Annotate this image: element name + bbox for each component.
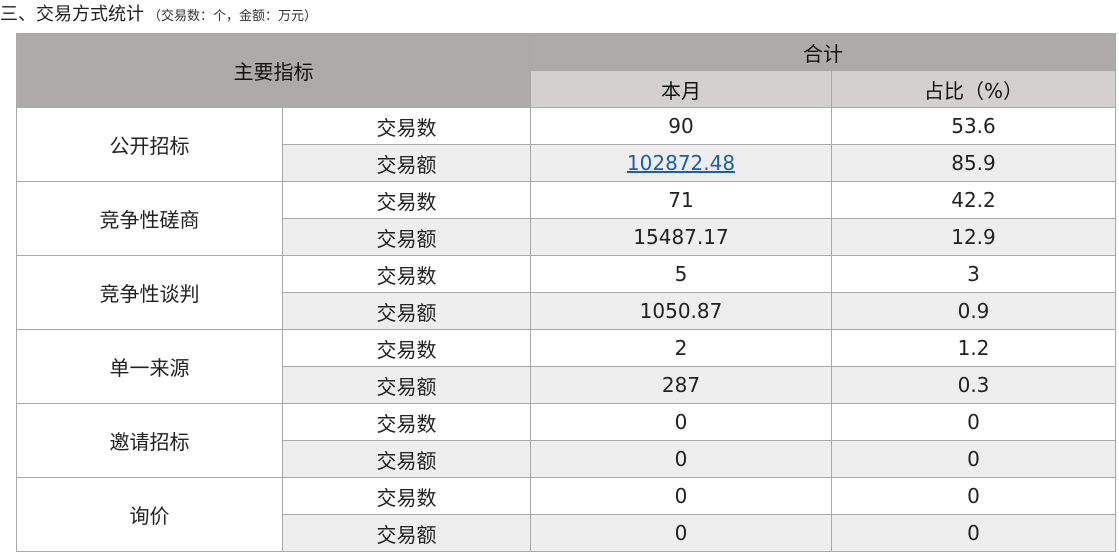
month-value: 0 xyxy=(530,403,832,441)
month-value: 1050.87 xyxy=(530,292,832,330)
month-value: 90 xyxy=(530,107,832,145)
ratio-value: 1.2 xyxy=(831,329,1116,367)
metric-label: 交易数 xyxy=(282,477,531,515)
ratio-value: 0 xyxy=(831,440,1116,478)
metric-label: 交易数 xyxy=(282,403,531,441)
metric-label: 交易额 xyxy=(282,514,531,552)
month-value: 0 xyxy=(530,477,832,515)
month-value: 2 xyxy=(530,329,832,367)
month-value: 15487.17 xyxy=(530,218,832,256)
ratio-value: 0.3 xyxy=(831,366,1116,404)
table-row: 单一来源 交易数 2 1.2 xyxy=(16,329,1116,404)
method-cell: 公开招标 xyxy=(16,107,283,182)
ratio-value: 0 xyxy=(831,477,1116,515)
metric-label: 交易额 xyxy=(282,144,531,182)
month-value: 287 xyxy=(530,366,832,404)
ratio-value: 0 xyxy=(831,403,1116,441)
ratio-value: 42.2 xyxy=(831,181,1116,219)
metric-label: 交易额 xyxy=(282,292,531,330)
metric-label: 交易额 xyxy=(282,366,531,404)
ratio-value: 0.9 xyxy=(831,292,1116,330)
transaction-method-table: 主要指标 合计 本月 占比（%） 公开招标 交易数 90 53.6 交易额 10… xyxy=(16,33,1116,552)
table-row: 公开招标 交易数 90 53.6 xyxy=(16,107,1116,182)
section-unit-note: （交易数：个，金额：万元） xyxy=(148,9,318,24)
month-value: 5 xyxy=(530,255,832,293)
table-row: 邀请招标 交易数 0 0 xyxy=(16,403,1116,478)
method-cell: 竞争性磋商 xyxy=(16,181,283,256)
method-cell: 竞争性谈判 xyxy=(16,255,283,330)
ratio-value: 0 xyxy=(831,514,1116,552)
ratio-value: 85.9 xyxy=(831,144,1116,182)
method-cell: 询价 xyxy=(16,477,283,552)
amount-link[interactable]: 102872.48 xyxy=(627,151,735,175)
header-ratio: 占比（%） xyxy=(831,70,1116,108)
section-heading: 三、交易方式统计 xyxy=(0,4,144,25)
month-value: 0 xyxy=(530,514,832,552)
metric-label: 交易额 xyxy=(282,440,531,478)
ratio-value: 12.9 xyxy=(831,218,1116,256)
table-row: 竞争性谈判 交易数 5 3 xyxy=(16,255,1116,330)
header-this-month: 本月 xyxy=(530,70,832,108)
table-row: 竞争性磋商 交易数 71 42.2 xyxy=(16,181,1116,256)
method-cell: 邀请招标 xyxy=(16,403,283,478)
ratio-value: 53.6 xyxy=(831,107,1116,145)
month-value: 0 xyxy=(530,440,832,478)
metric-label: 交易额 xyxy=(282,218,531,256)
method-cell: 单一来源 xyxy=(16,329,283,404)
table-row: 询价 交易数 0 0 xyxy=(16,477,1116,552)
month-value: 102872.48 xyxy=(530,144,832,182)
metric-label: 交易数 xyxy=(282,255,531,293)
ratio-value: 3 xyxy=(831,255,1116,293)
metric-label: 交易数 xyxy=(282,107,531,145)
metric-label: 交易数 xyxy=(282,329,531,367)
header-total: 合计 xyxy=(530,33,1116,71)
month-value: 71 xyxy=(530,181,832,219)
section-title: 三、交易方式统计 （交易数：个，金额：万元） xyxy=(0,0,317,30)
metric-label: 交易数 xyxy=(282,181,531,219)
header-main-indicator: 主要指标 xyxy=(16,33,531,108)
